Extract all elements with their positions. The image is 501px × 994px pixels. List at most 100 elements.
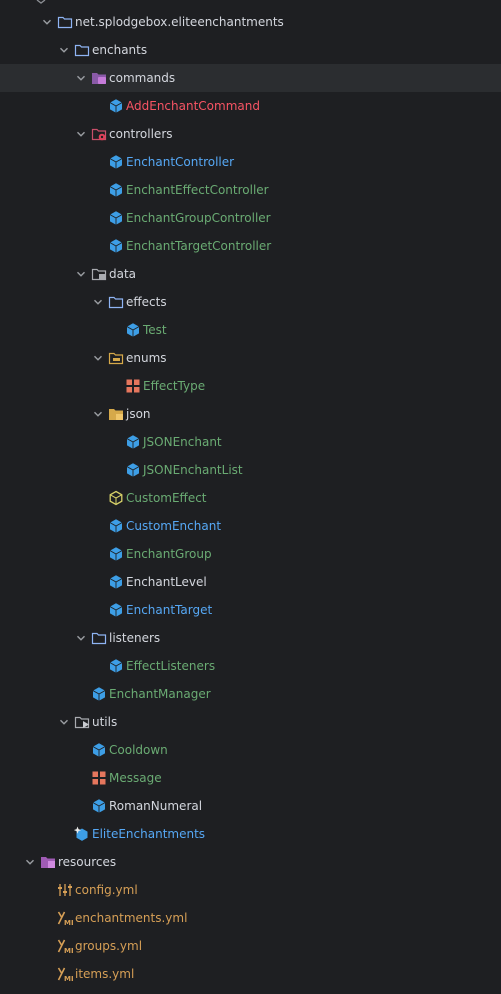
- tree-file-row[interactable]: JSONEnchant: [0, 428, 501, 456]
- tree-folder-row[interactable]: net.splodgebox.eliteenchantments: [0, 8, 501, 36]
- tree-file-row[interactable]: EffectType: [0, 372, 501, 400]
- tree-file-row[interactable]: CustomEnchant: [0, 512, 501, 540]
- tree-item-label: Cooldown: [109, 743, 168, 757]
- chevron-down-icon[interactable]: [59, 717, 69, 727]
- tree-folder-row[interactable]: commands: [0, 64, 501, 92]
- tree-file-row[interactable]: Test: [0, 316, 501, 344]
- class-icon: [126, 323, 140, 337]
- class-icon: [92, 743, 106, 757]
- chevron-down-icon[interactable]: [93, 353, 103, 363]
- tree-file-row[interactable]: JSONEnchantList: [0, 456, 501, 484]
- tree-folder-row[interactable]: listeners: [0, 624, 501, 652]
- enum-icon: [126, 379, 140, 393]
- svg-text:ML: ML: [64, 975, 73, 982]
- project-tree: net.splodgebox.eliteenchantments enchants…: [0, 0, 501, 994]
- tree-file-row[interactable]: Message: [0, 764, 501, 792]
- tree-file-row[interactable]: EnchantTargetController: [0, 232, 501, 260]
- tree-item-label: items.yml: [75, 967, 135, 981]
- tree-item-label: CustomEffect: [126, 491, 207, 505]
- tree-file-row[interactable]: EnchantTarget: [0, 596, 501, 624]
- svg-text:ML: ML: [64, 947, 73, 954]
- tree-item-label: enchantments.yml: [75, 911, 188, 925]
- tree-file-row[interactable]: CustomEffect: [0, 484, 501, 512]
- tree-folder-row[interactable]: enchants: [0, 36, 501, 64]
- yaml-icon: ML: [57, 967, 73, 982]
- tree-folder-row[interactable]: controllers: [0, 120, 501, 148]
- data-folder-icon: [91, 268, 107, 281]
- tree-file-row[interactable]: MLgroups.yml: [0, 932, 501, 960]
- chevron-down-icon[interactable]: [76, 269, 86, 279]
- tree-item-label: enums: [126, 351, 167, 365]
- yaml-icon: ML: [57, 939, 73, 954]
- tree-folder-row[interactable]: resources: [0, 848, 501, 876]
- class-icon: [109, 155, 123, 169]
- tree-file-row[interactable]: Cooldown: [0, 736, 501, 764]
- tree-file-row[interactable]: EnchantGroupController: [0, 204, 501, 232]
- tree-item-label: controllers: [109, 127, 173, 141]
- chevron-down-icon[interactable]: [76, 73, 86, 83]
- tree-folder-row[interactable]: effects: [0, 288, 501, 316]
- package-folder-icon: [57, 16, 73, 29]
- tree-item-label: JSONEnchant: [143, 435, 222, 449]
- class-icon: [126, 463, 140, 477]
- tree-file-row[interactable]: EnchantGroup: [0, 540, 501, 568]
- tree-item-label: EnchantLevel: [126, 575, 207, 589]
- tree-file-row[interactable]: EnchantController: [0, 148, 501, 176]
- chevron-down-icon[interactable]: [76, 129, 86, 139]
- class-icon: [109, 99, 123, 113]
- resources-folder-icon: [41, 857, 55, 868]
- tree-file-row[interactable]: config.yml: [0, 876, 501, 904]
- class-icon: [92, 799, 106, 813]
- tree-file-row[interactable]: MLitems.yml: [0, 960, 501, 988]
- tree-file-row[interactable]: EffectListeners: [0, 652, 501, 680]
- tree-file-row[interactable]: RomanNumeral: [0, 792, 501, 820]
- main-class-icon: [74, 826, 88, 841]
- chevron-down-icon[interactable]: [76, 633, 86, 643]
- class-icon: [109, 183, 123, 197]
- tree-file-row[interactable]: EnchantLevel: [0, 568, 501, 596]
- tree-item-label: net.splodgebox.eliteenchantments: [75, 15, 284, 29]
- tree-item-label: CustomEnchant: [126, 519, 222, 533]
- tree-file-row[interactable]: EnchantManager: [0, 680, 501, 708]
- tree-item-label: utils: [92, 715, 118, 729]
- chevron-down-icon[interactable]: [25, 857, 35, 867]
- svg-text:ML: ML: [64, 919, 73, 926]
- tree-file-row[interactable]: EliteEnchantments: [0, 820, 501, 848]
- class-icon: [126, 435, 140, 449]
- tree-item-label: RomanNumeral: [109, 799, 203, 813]
- class-icon: [109, 575, 123, 589]
- json-folder-icon: [109, 409, 123, 420]
- chevron-down-icon[interactable]: [36, 0, 46, 4]
- tree-item-label: EnchantGroupController: [126, 211, 271, 225]
- tree-item-label: EnchantTargetController: [126, 239, 272, 253]
- class-icon: [109, 239, 123, 253]
- tree-item-label: EnchantController: [126, 155, 235, 169]
- yaml-icon: ML: [57, 911, 73, 926]
- config-icon: [58, 884, 72, 896]
- class-icon: [109, 211, 123, 225]
- chevron-down-icon[interactable]: [59, 45, 69, 55]
- tree-file-row[interactable]: EnchantEffectController: [0, 176, 501, 204]
- class-icon: [92, 687, 106, 701]
- tree-item-label: EffectListeners: [126, 659, 216, 673]
- tree-file-row[interactable]: AddEnchantCommand: [0, 92, 501, 120]
- enum-icon: [92, 771, 106, 785]
- tree-item-label: EffectType: [143, 379, 206, 393]
- tree-folder-row[interactable]: utils: [0, 708, 501, 736]
- tree-item-label: Message: [109, 771, 162, 785]
- class-icon: [109, 603, 123, 617]
- chevron-down-icon[interactable]: [93, 297, 103, 307]
- controllers-folder-icon: [91, 128, 107, 141]
- interface-icon: [109, 490, 123, 506]
- tree-file-row[interactable]: MLenchantments.yml: [0, 904, 501, 932]
- tree-item-label: json: [126, 407, 151, 421]
- tree-folder-row[interactable]: enums: [0, 344, 501, 372]
- tree-folder-row[interactable]: data: [0, 260, 501, 288]
- chevron-down-icon[interactable]: [93, 409, 103, 419]
- tree-item-label: EnchantTarget: [126, 603, 213, 617]
- package-folder-icon: [74, 44, 90, 57]
- tree-item-label: EliteEnchantments: [92, 827, 206, 841]
- class-icon: [109, 519, 123, 533]
- tree-folder-row[interactable]: json: [0, 400, 501, 428]
- chevron-down-icon[interactable]: [42, 17, 52, 27]
